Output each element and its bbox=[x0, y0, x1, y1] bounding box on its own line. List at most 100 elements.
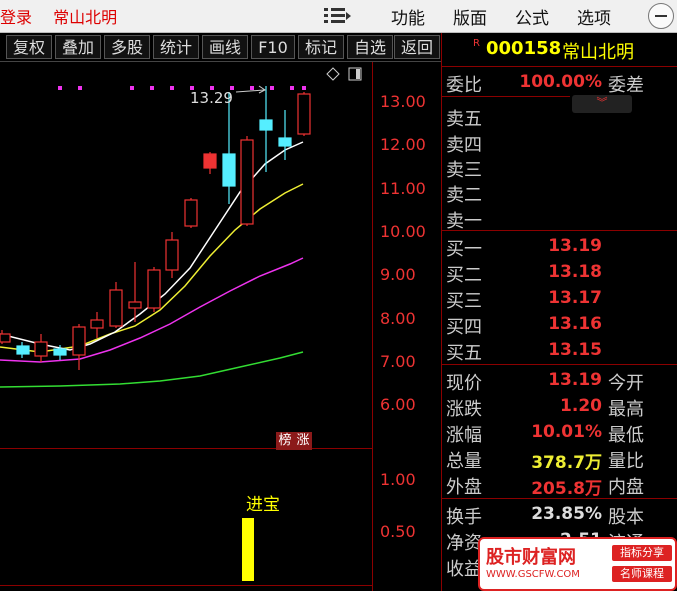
weicha-label: 委差 bbox=[608, 75, 644, 96]
buy-price: 13.19 bbox=[548, 236, 602, 256]
signal-bar bbox=[242, 518, 254, 581]
buy-label: 买一 bbox=[446, 239, 482, 260]
window-title: 登录 常山北明 bbox=[0, 4, 133, 28]
stat-label: 换手 bbox=[446, 507, 482, 528]
stat-value: 23.85% bbox=[531, 504, 602, 524]
stat-label: 现价 bbox=[446, 373, 482, 394]
draw-line-button[interactable]: 画线 bbox=[202, 35, 248, 59]
stat-value: 13.19 bbox=[548, 370, 602, 390]
menu-function[interactable]: 功能 bbox=[391, 4, 425, 29]
kline-chart-area[interactable]: 13.00 12.00 11.00 10.00 9.00 8.00 7.00 6… bbox=[0, 62, 441, 591]
buy-label: 买二 bbox=[446, 265, 482, 286]
ma60-line bbox=[0, 351, 304, 388]
sell-label: 卖五 bbox=[446, 109, 482, 130]
buy-row[interactable]: 买五 13.15 bbox=[442, 337, 677, 364]
login-link[interactable]: 登录 bbox=[0, 8, 32, 27]
price-tick: 11.00 bbox=[380, 179, 426, 198]
watermark-site-name: 股市财富网 bbox=[486, 547, 576, 568]
sell-label: 卖二 bbox=[446, 185, 482, 206]
mark-button[interactable]: 标记 bbox=[298, 35, 344, 59]
stock-title: 常山北明 bbox=[53, 8, 118, 27]
stat-label: 净资 bbox=[446, 533, 482, 554]
watermark-tag: 指标分享 bbox=[612, 545, 672, 561]
rank-badge[interactable]: 榜 bbox=[276, 432, 294, 450]
buy-row[interactable]: 买三 13.17 bbox=[442, 285, 677, 312]
sell-row: 卖一 bbox=[442, 205, 677, 232]
stat-label: 收益 bbox=[446, 559, 482, 580]
stat-row: 换手 23.85% 股本 bbox=[442, 501, 677, 528]
sell-row: 卖二 bbox=[442, 179, 677, 206]
back-button[interactable]: 返回 bbox=[394, 35, 440, 59]
stat-label2: 内盘 bbox=[608, 477, 644, 498]
stat-row: 外盘 205.8万 内盘 bbox=[442, 471, 677, 499]
stat-label2: 最低 bbox=[608, 425, 644, 446]
sell-row: 卖四 bbox=[442, 129, 677, 156]
minimize-button[interactable] bbox=[648, 3, 674, 29]
menu-formula[interactable]: 公式 bbox=[515, 4, 549, 29]
stat-row: 涨幅 10.01% 最低 bbox=[442, 419, 677, 446]
kline-svg bbox=[0, 67, 362, 581]
stat-row: 总量 378.7万 量比 bbox=[442, 445, 677, 473]
stat-label: 涨跌 bbox=[446, 399, 482, 420]
price-tick: 9.00 bbox=[380, 265, 416, 284]
stat-row: 涨跌 1.20 最高 bbox=[442, 393, 677, 420]
buy-price: 13.16 bbox=[548, 314, 602, 334]
stat-value: 1.20 bbox=[560, 396, 602, 416]
price-tick: 12.00 bbox=[380, 135, 426, 154]
price-tick: 8.00 bbox=[380, 309, 416, 328]
r-mark: R bbox=[473, 38, 480, 49]
fuquan-button[interactable]: 复权 bbox=[6, 35, 52, 59]
sell-row: 卖五 bbox=[442, 103, 677, 130]
buy-label: 买三 bbox=[446, 291, 482, 312]
quote-panel: R 000158 常山北明 委比 100.00% 委差 ︾ 卖五 卖四 卖三 卖… bbox=[441, 33, 677, 591]
buy-label: 买五 bbox=[446, 343, 482, 364]
stat-label2: 股本 bbox=[608, 507, 644, 528]
limit-up-badge[interactable]: 涨 bbox=[294, 432, 312, 450]
top-bar: 登录 常山北明 功能 版面 公式 选项 bbox=[0, 0, 677, 33]
stat-row: 现价 13.19 今开 bbox=[442, 367, 677, 394]
high-arrow bbox=[235, 89, 265, 93]
price-tick: 13.00 bbox=[380, 92, 426, 111]
ma5-line bbox=[0, 141, 304, 351]
signal-label: 进宝 bbox=[246, 495, 280, 515]
buy-row[interactable]: 买二 13.18 bbox=[442, 259, 677, 286]
buy-row[interactable]: 买一 13.19 bbox=[442, 233, 677, 260]
menu-layout[interactable]: 版面 bbox=[453, 4, 487, 29]
stock-code: 000158 bbox=[486, 38, 562, 59]
buy-row[interactable]: 买四 13.16 bbox=[442, 311, 677, 338]
stat-value: 10.01% bbox=[531, 422, 602, 442]
stat-label: 外盘 bbox=[446, 477, 482, 498]
stock-header: R 000158 常山北明 bbox=[442, 33, 677, 63]
indicator-tick: 1.00 bbox=[380, 470, 416, 489]
stat-value: 378.7万 bbox=[531, 453, 602, 473]
weibi-value: 100.00% bbox=[519, 72, 602, 92]
multi-stock-button[interactable]: 多股 bbox=[104, 35, 150, 59]
overlay-button[interactable]: 叠加 bbox=[55, 35, 101, 59]
list-menu-icon[interactable] bbox=[322, 5, 352, 27]
watchlist-button[interactable]: 自选 bbox=[347, 35, 393, 59]
weibi-label: 委比 bbox=[446, 75, 482, 96]
stat-value: 205.8万 bbox=[531, 479, 602, 499]
price-tick: 7.00 bbox=[380, 352, 416, 371]
menu-options[interactable]: 选项 bbox=[577, 4, 611, 29]
price-tick: 10.00 bbox=[380, 222, 426, 241]
sell-row: 卖三 bbox=[442, 154, 677, 181]
candles bbox=[0, 86, 311, 370]
watermark-url: WWW.GSCFW.COM bbox=[486, 569, 580, 580]
ma10-line bbox=[0, 183, 304, 353]
stat-label2: 今开 bbox=[608, 373, 644, 394]
stat-label2: 最高 bbox=[608, 399, 644, 420]
buy-price: 13.17 bbox=[548, 288, 602, 308]
stock-name: 常山北明 bbox=[562, 42, 634, 63]
weibi-row: 委比 100.00% 委差 bbox=[442, 69, 677, 96]
stat-label: 涨幅 bbox=[446, 425, 482, 446]
stat-label2: 量比 bbox=[608, 451, 644, 472]
statistics-button[interactable]: 统计 bbox=[153, 35, 199, 59]
watermark-tag: 名师课程 bbox=[612, 566, 672, 582]
high-annotation: 13.29 bbox=[190, 89, 233, 107]
price-tick: 6.00 bbox=[380, 395, 416, 414]
f10-button[interactable]: F10 bbox=[251, 35, 295, 59]
stat-label: 总量 bbox=[446, 451, 482, 472]
site-watermark: 股市财富网 WWW.GSCFW.COM 指标分享 名师课程 bbox=[478, 537, 677, 591]
buy-price: 13.18 bbox=[548, 262, 602, 282]
